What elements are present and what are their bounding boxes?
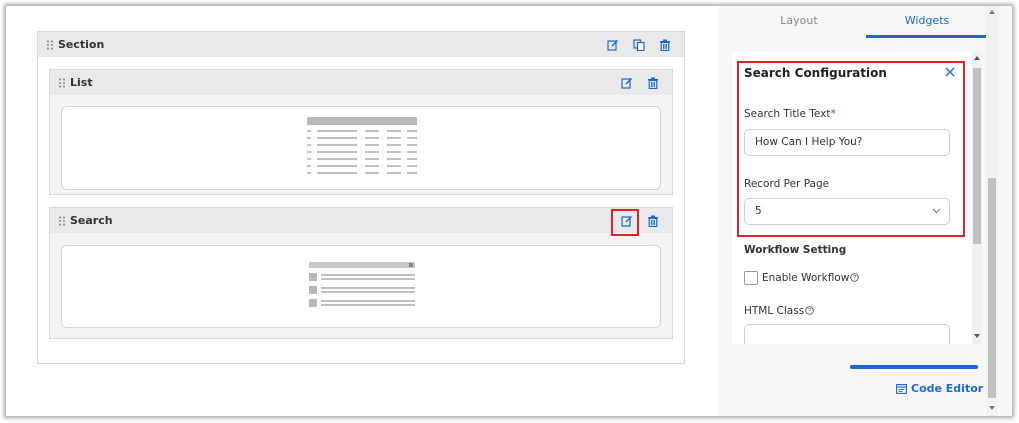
highlight-box xyxy=(737,61,965,237)
scroll-up-icon[interactable] xyxy=(989,10,995,14)
table-thumbnail-icon xyxy=(307,117,417,174)
help-icon[interactable]: ? xyxy=(805,306,814,315)
scroll-down-icon[interactable] xyxy=(989,406,995,410)
highlight-box xyxy=(611,209,639,236)
list-preview xyxy=(61,106,661,190)
delete-icon[interactable] xyxy=(646,214,660,228)
section-tools xyxy=(606,32,684,57)
search-preview xyxy=(61,245,661,328)
scroll-up-icon[interactable] xyxy=(974,56,980,60)
drag-handle-icon[interactable] xyxy=(58,216,66,226)
form-scrollbar[interactable] xyxy=(972,52,982,344)
html-class-input[interactable] xyxy=(744,324,950,344)
search-widget-header: Search xyxy=(50,208,672,233)
page-scrollbar[interactable] xyxy=(986,6,998,416)
enable-workflow-checkbox[interactable] xyxy=(744,271,758,285)
search-thumbnail-icon xyxy=(309,262,415,307)
list-widget-header: List xyxy=(50,70,672,95)
enable-workflow-label: Enable Workflow? xyxy=(762,272,860,284)
list-widget-tools xyxy=(620,70,672,95)
help-icon[interactable]: ? xyxy=(850,273,860,282)
copy-icon[interactable] xyxy=(632,38,646,52)
enable-workflow-label-text: Enable Workflow xyxy=(762,272,850,284)
search-widget-title: Search xyxy=(70,214,113,227)
action-button-edge[interactable] xyxy=(850,365,978,369)
delete-icon[interactable] xyxy=(658,38,672,52)
page-scrollbar-thumb[interactable] xyxy=(988,178,996,398)
edit-icon[interactable] xyxy=(606,38,620,52)
drag-handle-icon[interactable] xyxy=(58,78,66,88)
properties-panel: Layout Widgets Search Configuration Sear… xyxy=(718,6,1012,416)
list-widget-title: List xyxy=(70,76,93,89)
code-editor-button[interactable]: Code Editor xyxy=(896,382,983,395)
delete-icon[interactable] xyxy=(646,76,660,90)
html-class-label: HTML Class? xyxy=(744,305,814,317)
section-title: Section xyxy=(58,38,105,51)
code-editor-icon xyxy=(896,383,907,394)
panel-tabs: Layout Widgets xyxy=(732,6,988,38)
edit-icon[interactable] xyxy=(620,76,634,90)
tab-layout[interactable]: Layout xyxy=(738,6,860,38)
section-header: Section xyxy=(38,32,684,57)
section-container[interactable]: Section List Search xyxy=(37,31,685,364)
code-editor-label: Code Editor xyxy=(911,382,984,395)
list-widget[interactable]: List xyxy=(49,69,673,195)
drag-handle-icon[interactable] xyxy=(46,40,54,50)
tab-widgets[interactable]: Widgets xyxy=(866,6,988,38)
scroll-down-icon[interactable] xyxy=(974,334,980,338)
page-canvas: Section List Search xyxy=(6,6,718,416)
form-scrollbar-thumb[interactable] xyxy=(973,68,981,244)
html-class-label-text: HTML Class xyxy=(744,305,805,317)
app-window: Section List Search Layout Widgets Searc… xyxy=(6,6,1012,416)
workflow-setting-heading: Workflow Setting xyxy=(744,244,847,256)
search-widget[interactable]: Search xyxy=(49,207,673,339)
